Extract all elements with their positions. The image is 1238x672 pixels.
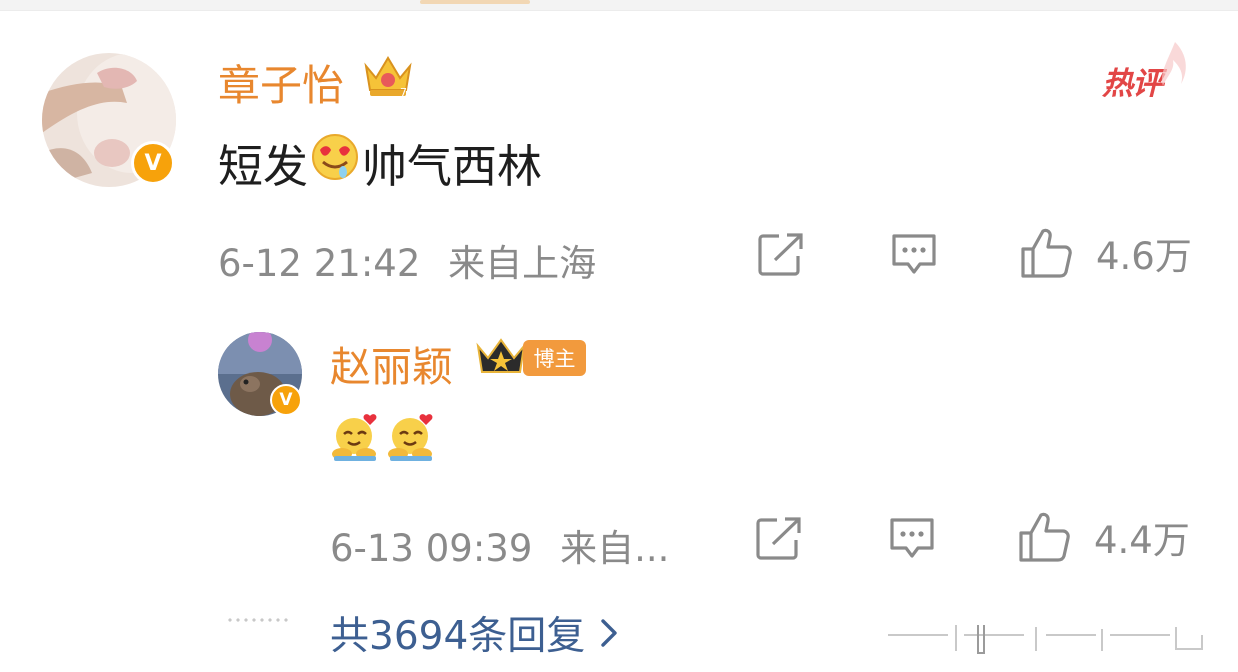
- replies-count-label: 共3694条回复: [330, 614, 586, 659]
- reply-like-count: 4.4万: [1094, 519, 1190, 562]
- reply-share-button[interactable]: [755, 516, 803, 560]
- comment-text-end: 帅气西林: [362, 140, 543, 193]
- top-edge: [0, 0, 1238, 11]
- watermark-scribble: [888, 625, 1203, 654]
- verified-icon: V: [131, 141, 175, 185]
- avatar[interactable]: V: [42, 53, 176, 187]
- blogger-tag: 博主: [523, 340, 586, 376]
- chevron-right-icon: [601, 619, 617, 647]
- share-icon: [758, 233, 803, 276]
- reply-avatar[interactable]: V: [218, 332, 302, 416]
- like-icon: [1019, 512, 1070, 562]
- comment-button[interactable]: [890, 232, 938, 278]
- svg-text:7: 7: [400, 86, 407, 99]
- reply-location: 来自...: [560, 527, 670, 570]
- thread-dots: [226, 618, 292, 622]
- comment-text-start: 短发: [218, 140, 309, 193]
- reply-date: 6-13 09:39: [330, 527, 533, 570]
- reply-like-button[interactable]: 4.4万: [1018, 510, 1190, 564]
- comment-icon: [892, 234, 936, 274]
- crown-icon: 7: [362, 50, 414, 104]
- blogger-crown-icon: [475, 336, 527, 382]
- like-icon: [1021, 228, 1072, 278]
- comment-location: 来自上海: [448, 242, 597, 285]
- reply-verified-icon: V: [270, 384, 302, 416]
- view-replies-link[interactable]: 共3694条回复: [330, 605, 623, 661]
- tab-indicator: [420, 0, 530, 4]
- share-icon: [756, 517, 801, 560]
- reply-author-name[interactable]: 赵丽颖: [330, 333, 453, 393]
- reply-emojis: [330, 410, 438, 462]
- like-button[interactable]: 4.6万: [1020, 226, 1192, 280]
- emoji-icon: [310, 132, 360, 193]
- comment-meta: 6-12 21:42 来自上海: [218, 233, 596, 287]
- comment-date: 6-12 21:42: [218, 242, 421, 285]
- share-button[interactable]: [757, 232, 805, 276]
- reply-meta: 6-13 09:39 来自...: [330, 518, 669, 572]
- hug-emoji-icon-2: [388, 414, 433, 461]
- comment-icon: [890, 518, 934, 558]
- reply-comment-button[interactable]: [888, 516, 936, 562]
- comment-text: 短发 帅气西林: [218, 130, 542, 195]
- hug-emoji-icon: [332, 414, 377, 461]
- flame-icon: [1161, 42, 1186, 86]
- author-name[interactable]: 章子怡: [218, 52, 344, 113]
- like-count: 4.6万: [1096, 235, 1192, 278]
